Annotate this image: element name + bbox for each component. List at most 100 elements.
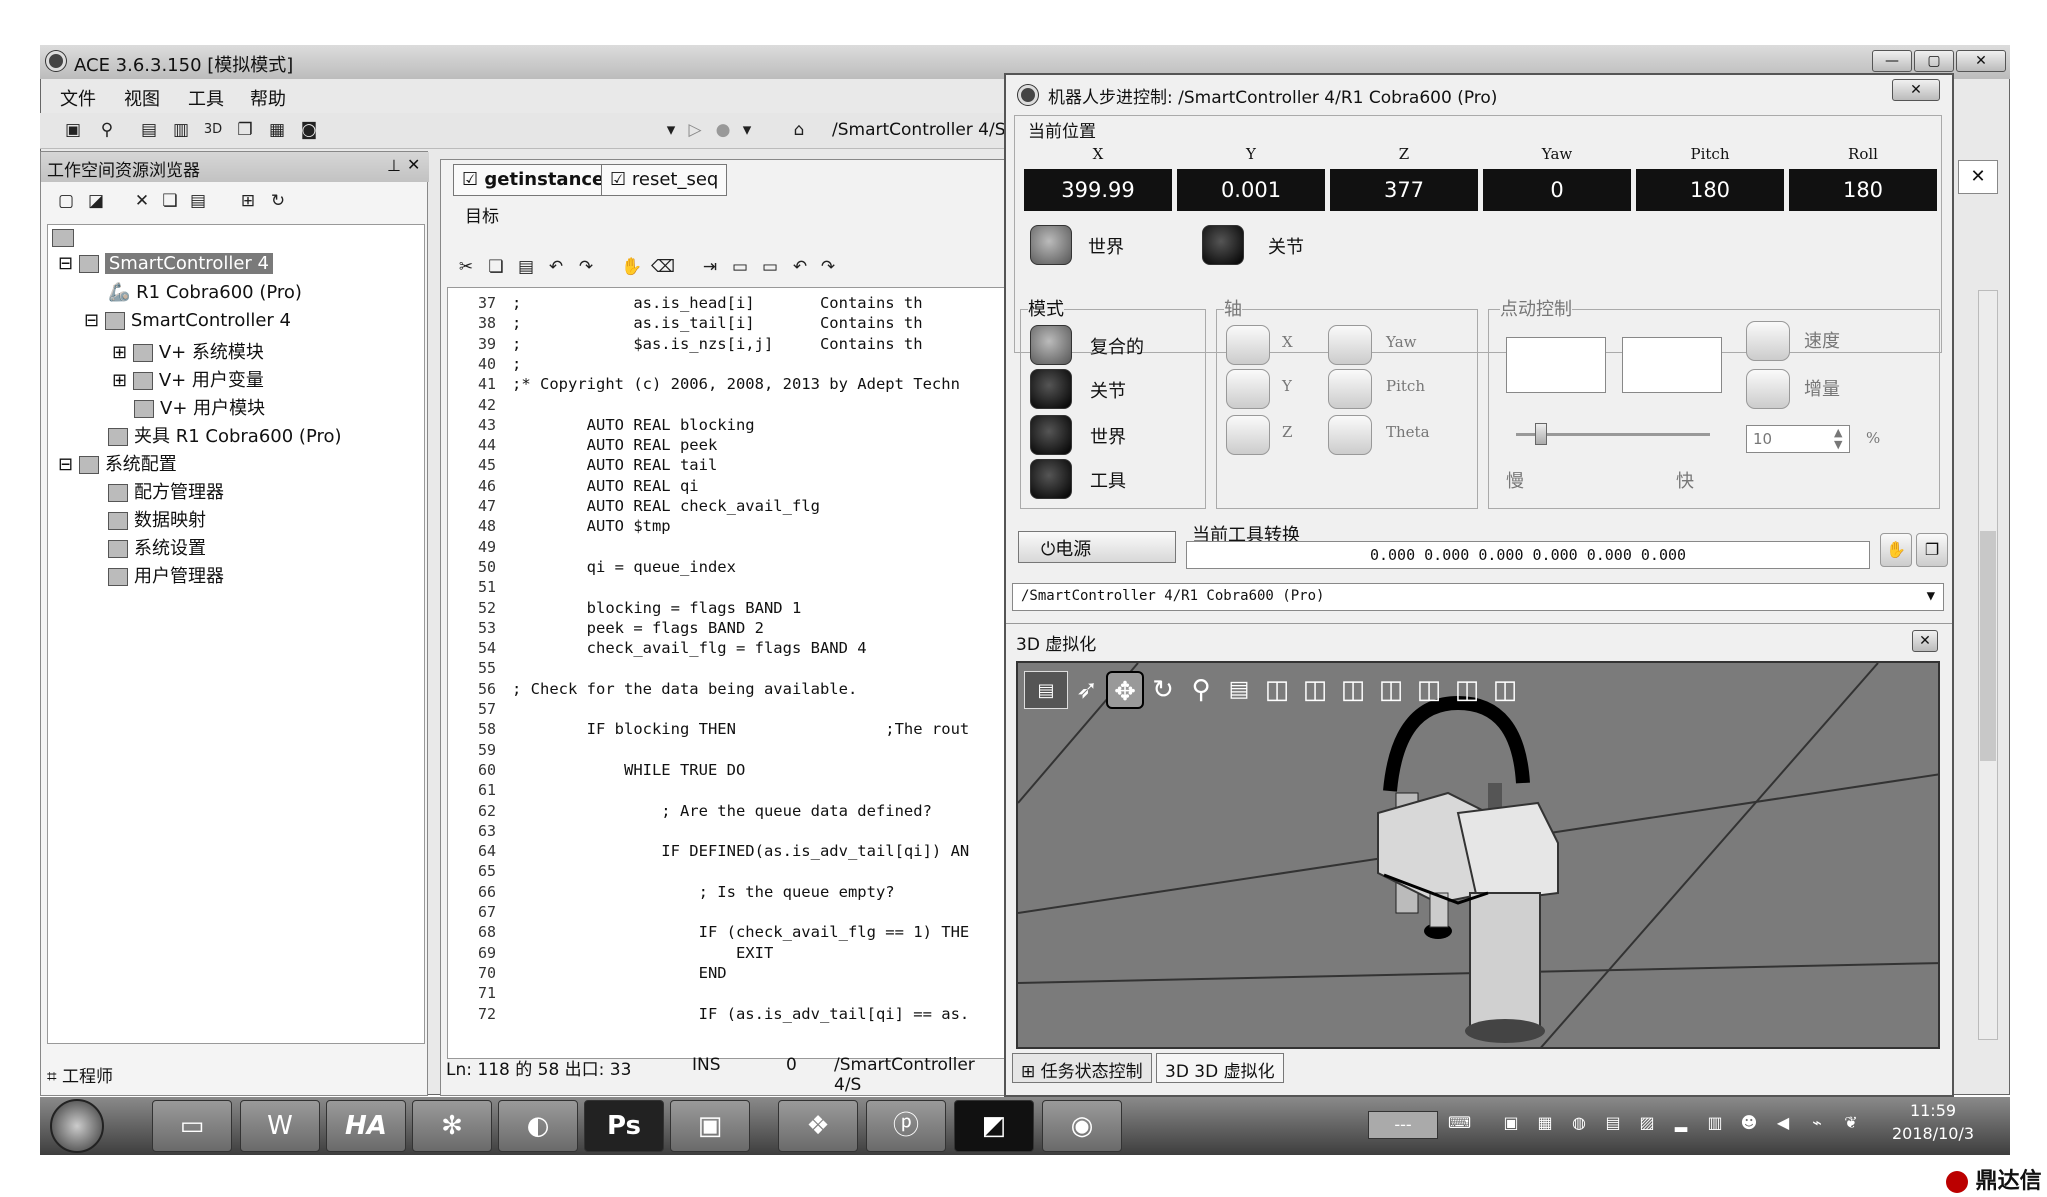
frame-world-button[interactable] [1030,225,1072,265]
list-icon[interactable]: ▤ [1220,671,1258,709]
taskbar-app-gift[interactable]: ❖ [778,1100,858,1152]
rotate-icon[interactable]: ↻ [1144,671,1182,709]
frame-joint-button[interactable] [1202,225,1244,265]
home-icon[interactable]: ⌂ [788,119,810,141]
tray-app-icon[interactable]: ▥ [1704,1113,1726,1135]
tab-reset-seq[interactable]: ☑ reset_seq [601,164,728,196]
tab-getinstance[interactable]: ☑ getinstance [453,164,614,196]
taskbar-app-w[interactable]: W [240,1100,320,1152]
taskbar-photoshop[interactable]: Ps [584,1100,664,1152]
mode-composite-button[interactable] [1030,325,1072,365]
tree-node-data-mapping[interactable]: 数据映射 [108,506,206,532]
copy-button[interactable]: ❐ [1916,533,1948,567]
code-area[interactable]: 37 ; as.is_head[i] Contains th 38 ; as.is_t… [447,287,1007,1059]
mode-tool-button[interactable] [1030,459,1072,499]
record-icon[interactable]: ● [712,119,734,141]
tray-app-icon[interactable]: ◍ [1568,1113,1590,1135]
save-icon[interactable]: ▣ [62,119,84,141]
mode-joint-button[interactable] [1030,369,1072,409]
user-icon[interactable]: ☻ [1738,1113,1760,1135]
tray-app-icon[interactable]: ▤ [1602,1113,1624,1135]
tree-node-system-config[interactable]: ⊟ 系统配置 [58,450,177,476]
view-cube-iso-icon[interactable]: ◫ [1486,671,1524,709]
tree-node-controller[interactable]: ⊟ SmartController 4 [84,310,291,331]
clock[interactable]: 11:59 2018/10/3 [1890,1101,1976,1143]
language-field[interactable]: --- [1368,1111,1438,1139]
delete-icon[interactable]: ✕ [131,190,153,212]
taskbar-image-viewer[interactable]: ▣ [670,1100,750,1152]
jog-minus-button[interactable] [1506,337,1606,393]
comment-icon[interactable]: ▭ [729,256,751,278]
uncomment-icon[interactable]: ▭ [759,256,781,278]
tree-node-controller-root[interactable]: ⊟ SmartController 4 [58,253,273,274]
tray-app-icon[interactable]: ▣ [1500,1113,1522,1135]
workspace-footer[interactable]: ⌗ 工程师 [47,1062,113,1087]
root-folder-icon[interactable] [52,227,80,248]
view-cube-front-icon[interactable]: ◫ [1296,671,1334,709]
jog-plus-button[interactable] [1622,337,1722,393]
terminal-icon[interactable]: ▥ [170,119,192,141]
axis-pitch-button[interactable] [1328,369,1372,409]
hand-icon[interactable]: ✋ [621,256,643,278]
tab-3d-viz[interactable]: 3D 3D 虚拟化 [1156,1053,1284,1083]
minimize-button[interactable]: — [1872,50,1912,72]
spin-arrows-icon[interactable]: ▲ ▼ [1834,427,1842,451]
view-cube-back-icon[interactable]: ◫ [1334,671,1372,709]
taskbar-app-globe[interactable]: ◐ [498,1100,578,1152]
cut-icon[interactable]: ✂ [455,256,477,278]
close-icon[interactable]: ✕ [407,155,420,174]
list-icon[interactable]: ▦ [266,119,288,141]
axis-z-button[interactable] [1226,415,1270,455]
maximize-button[interactable]: ▢ [1914,50,1954,72]
select-pointer-icon[interactable]: ➶ [1068,671,1106,709]
paste-icon[interactable]: ▤ [187,190,209,212]
view-cube-top-icon[interactable]: ◫ [1448,671,1486,709]
new-folder-icon[interactable]: ◪ [85,190,107,212]
volume-icon[interactable]: ◀ [1772,1113,1794,1135]
redo-icon[interactable]: ↷ [817,256,839,278]
scrollbar-thumb[interactable] [1980,531,1996,761]
pin-icon[interactable]: ⊥ [387,156,401,175]
taskbar-ace[interactable]: ◉ [1042,1100,1122,1152]
tree-node-user-manager[interactable]: 用户管理器 [108,562,224,588]
layout-icon[interactable]: ▤ [1024,671,1068,709]
tree-node-gripper[interactable]: 夹具 R1 Cobra600 (Pro) [108,422,342,448]
taskbar-app-fan[interactable]: ✻ [412,1100,492,1152]
zoom-icon[interactable]: ⚲ [1182,671,1220,709]
pan-icon[interactable]: ✥ [1106,671,1144,709]
tab-task-status[interactable]: ⊞ 任务状态控制 [1012,1053,1152,1083]
undo-icon[interactable]: ↶ [545,256,567,278]
tree-node-user-modules[interactable]: V+ 用户模块 [134,394,265,420]
vertical-scrollbar[interactable] [1978,290,1998,1040]
network-icon[interactable]: ▂ [1670,1113,1692,1135]
dialog-close-button[interactable]: ✕ [1892,79,1940,101]
undo-icon[interactable]: ↶ [789,256,811,278]
new-icon[interactable]: ▢ [55,190,77,212]
gripper-button[interactable]: ✋ [1880,533,1912,567]
hierarchy-icon[interactable]: ⊞ [237,190,259,212]
paste-icon[interactable]: ▤ [515,256,537,278]
3d-icon[interactable]: 3D [202,119,224,141]
play-icon[interactable]: ▷ [684,119,706,141]
3d-viewport[interactable]: ▤ ➶ ✥ ↻ ⚲ ▤ ◫ ◫ ◫ ◫ ◫ ◫ ◫ [1016,661,1940,1049]
taskbar-app-ha[interactable]: HA [326,1100,406,1152]
tray-app-icon[interactable]: ▨ [1636,1113,1658,1135]
menu-file[interactable]: 文件 [60,85,96,111]
taskbar-app-box[interactable]: ◩ [954,1100,1034,1152]
taskbar-explorer[interactable]: ▭ [152,1100,232,1152]
indent-icon[interactable]: ⇥ [699,256,721,278]
redo-icon[interactable]: ↷ [575,256,597,278]
axis-y-button[interactable] [1226,369,1270,409]
view-cube-right-icon[interactable]: ◫ [1410,671,1448,709]
tray-app-icon[interactable]: ▦ [1534,1113,1556,1135]
mode-world-button[interactable] [1030,415,1072,455]
tree-node-system-settings[interactable]: 系统设置 [108,534,206,560]
speed-button[interactable] [1746,321,1790,361]
tree-node-recipe-manager[interactable]: 配方管理器 [108,478,224,504]
copy-icon[interactable]: ❏ [485,256,507,278]
menu-view[interactable]: 视图 [124,85,160,111]
robot-select[interactable]: /SmartController 4/R1 Cobra600 (Pro) ▼ [1012,583,1944,611]
axis-x-button[interactable] [1226,325,1270,365]
camera-icon[interactable]: ◙ [298,119,320,141]
tree-node-user-variables[interactable]: ⊞ V+ 用户变量 [112,366,264,392]
